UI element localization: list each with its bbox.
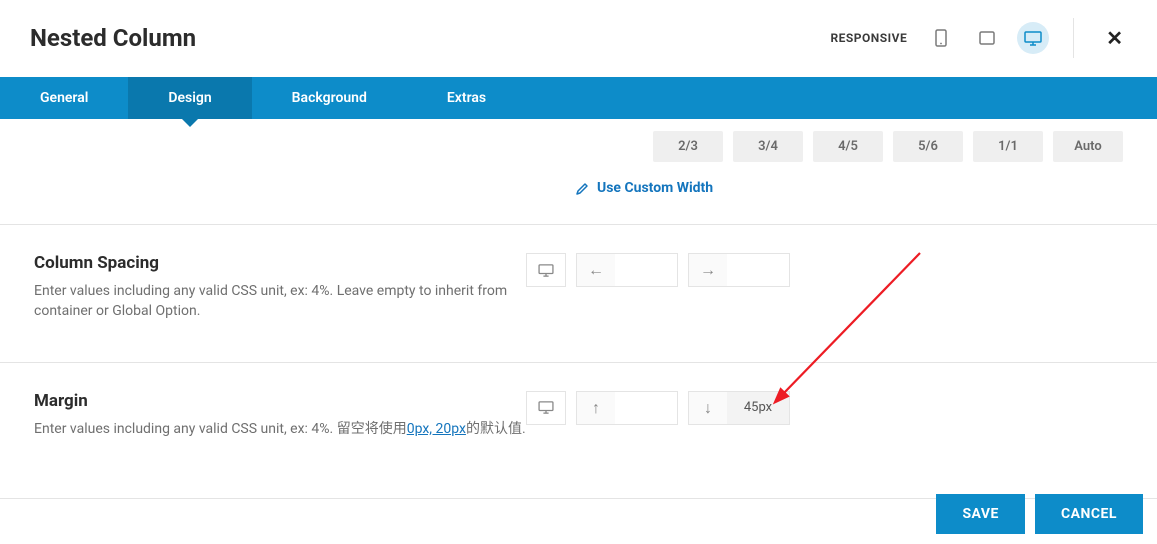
column-spacing-controls: ← → [526,253,790,322]
divider [1073,18,1074,58]
save-button[interactable]: SAVE [936,494,1025,534]
margin-top-group: ↑ [576,391,678,425]
responsive-toggle[interactable] [526,391,566,425]
arrow-left-icon: ← [577,254,615,286]
margin-section: Margin Enter values including any valid … [0,362,1157,479]
content-area: 2/3 3/4 4/5 5/6 1/1 Auto Use Custom Widt… [0,119,1157,499]
margin-default-link[interactable]: 0px, 20px [407,421,466,437]
close-button[interactable]: ✕ [1102,20,1127,56]
custom-width-link[interactable]: Use Custom Width [0,162,1157,224]
device-desktop-button[interactable] [1017,22,1049,54]
cancel-button[interactable]: CANCEL [1035,494,1143,534]
arrow-right-icon: → [689,254,727,286]
section-info: Margin Enter values including any valid … [34,391,526,439]
column-spacing-desc: Enter values including any valid CSS uni… [34,281,526,322]
margin-bottom-group: ↓ [688,391,790,425]
tab-background[interactable]: Background [252,77,407,119]
width-option[interactable]: Auto [1053,131,1123,162]
width-option[interactable]: 2/3 [653,131,723,162]
width-option[interactable]: 5/6 [893,131,963,162]
tab-design[interactable]: Design [128,77,251,119]
width-option[interactable]: 3/4 [733,131,803,162]
spacing-left-input[interactable] [615,254,677,286]
arrow-down-icon: ↓ [689,392,727,424]
device-mobile-button[interactable] [925,22,957,54]
device-tablet-button[interactable] [971,22,1003,54]
width-option[interactable]: 1/1 [973,131,1043,162]
margin-desc-pre: Enter values including any valid CSS uni… [34,421,407,437]
spacing-right-input[interactable] [727,254,789,286]
spacing-right-group: → [688,253,790,287]
header: Nested Column RESPONSIVE ✕ [0,0,1157,77]
section-info: Column Spacing Enter values including an… [34,253,526,322]
responsive-toggle[interactable] [526,253,566,287]
pencil-icon [576,182,589,195]
desktop-icon [1024,31,1042,46]
width-option[interactable]: 4/5 [813,131,883,162]
margin-top-input[interactable] [615,392,677,424]
column-spacing-section: Column Spacing Enter values including an… [0,224,1157,362]
desktop-icon [538,264,554,277]
mobile-icon [935,29,947,47]
desktop-icon [538,401,554,414]
margin-desc: Enter values including any valid CSS uni… [34,419,526,439]
footer: SAVE CANCEL [0,484,1157,544]
column-spacing-title: Column Spacing [34,253,526,273]
tab-general[interactable]: General [0,77,128,119]
header-controls: RESPONSIVE ✕ [830,18,1127,58]
tab-bar: General Design Background Extras [0,77,1157,119]
tablet-icon [979,31,995,45]
margin-controls: ↑ ↓ [526,391,790,439]
spacing-left-group: ← [576,253,678,287]
arrow-up-icon: ↑ [577,392,615,424]
width-options: 2/3 3/4 4/5 5/6 1/1 Auto [0,119,1157,162]
margin-title: Margin [34,391,526,411]
margin-bottom-input[interactable] [727,392,789,424]
responsive-label: RESPONSIVE [830,31,907,45]
page-title: Nested Column [30,24,196,52]
custom-width-label: Use Custom Width [597,180,713,196]
margin-desc-post: 的默认值. [466,421,526,437]
tab-extras[interactable]: Extras [407,77,526,119]
